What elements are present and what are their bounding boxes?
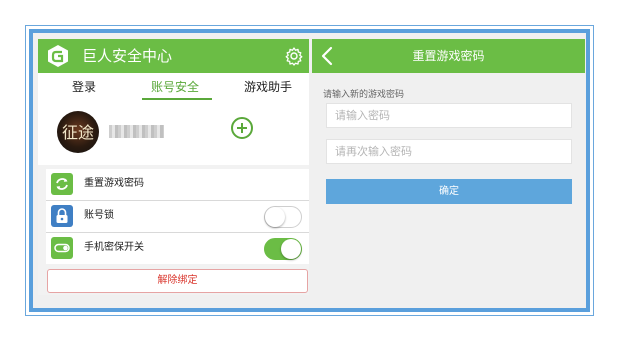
plus-circle-icon[interactable] bbox=[231, 117, 253, 139]
new-password-input[interactable] bbox=[326, 103, 572, 128]
security-center-panel: 巨人安全中心 登录 账号安全 游戏助手 征途 重置游戏密码 账号锁 手机密保开关… bbox=[38, 39, 309, 295]
unbind-button[interactable]: 解除绑定 bbox=[47, 269, 308, 293]
tab-account-security[interactable]: 账号安全 bbox=[151, 79, 199, 95]
reset-header: 重置游戏密码 bbox=[312, 39, 585, 73]
confirm-password-input[interactable] bbox=[326, 139, 572, 164]
unbind-label: 解除绑定 bbox=[157, 275, 198, 286]
app-header: 巨人安全中心 bbox=[38, 39, 309, 73]
row-label: 账号锁 bbox=[84, 210, 114, 221]
phone-security-toggle[interactable] bbox=[264, 238, 302, 260]
gear-icon[interactable] bbox=[284, 46, 304, 66]
screenshot-frame: 巨人安全中心 登录 账号安全 游戏助手 征途 重置游戏密码 账号锁 手机密保开关… bbox=[29, 29, 590, 312]
account-lock-toggle[interactable] bbox=[264, 206, 302, 228]
tab-bar: 登录 账号安全 游戏助手 bbox=[38, 73, 309, 103]
page-title: 重置游戏密码 bbox=[412, 49, 485, 63]
account-profile: 征途 bbox=[38, 103, 309, 165]
blurred-account-name bbox=[109, 125, 164, 138]
row-label: 重置游戏密码 bbox=[84, 178, 144, 189]
padlock-icon bbox=[51, 205, 73, 227]
toggle-knob bbox=[265, 207, 285, 227]
confirm-button[interactable]: 确定 bbox=[326, 179, 572, 204]
confirm-label: 确定 bbox=[439, 186, 459, 197]
avatar-game-logo: 征途 bbox=[61, 123, 94, 142]
row-label: 手机密保开关 bbox=[84, 242, 144, 253]
giant-logo-icon bbox=[48, 45, 68, 67]
tab-login[interactable]: 登录 bbox=[72, 79, 96, 95]
row-account-lock[interactable]: 账号锁 bbox=[46, 201, 309, 232]
active-tab-indicator bbox=[142, 98, 212, 100]
toggle-knob bbox=[281, 239, 301, 259]
avatar: 征途 bbox=[57, 111, 99, 153]
row-reset-game-password[interactable]: 重置游戏密码 bbox=[46, 169, 309, 200]
switch-icon bbox=[51, 237, 73, 259]
password-hint: 请输入新的游戏密码 bbox=[323, 90, 405, 100]
refresh-icon bbox=[51, 173, 73, 195]
reset-password-panel: 重置游戏密码 请输入新的游戏密码 确定 bbox=[312, 39, 585, 295]
row-phone-security-switch[interactable]: 手机密保开关 bbox=[46, 233, 309, 264]
tab-game-assistant[interactable]: 游戏助手 bbox=[244, 79, 292, 95]
app-title: 巨人安全中心 bbox=[82, 47, 173, 65]
